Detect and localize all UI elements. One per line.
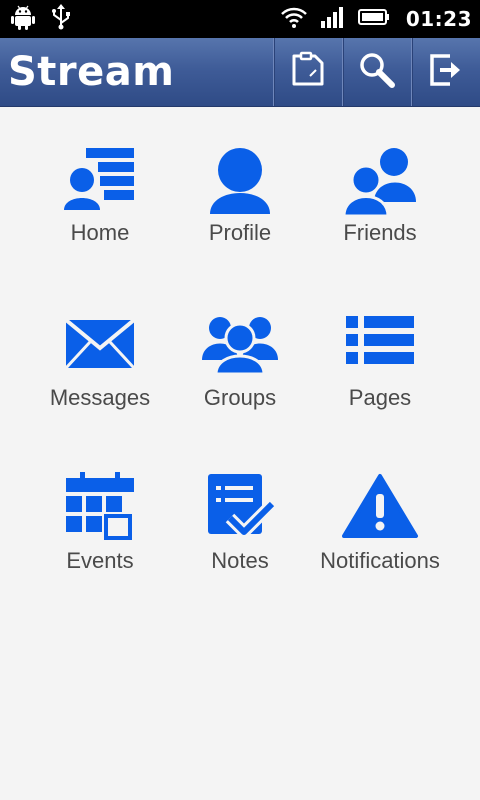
menu-item-friends[interactable]: Friends (300, 144, 460, 284)
menu-item-label: Friends (343, 220, 417, 245)
menu-item-label: Notifications (320, 548, 440, 573)
battery-icon (357, 7, 390, 31)
logout-icon (426, 50, 466, 94)
events-icon (60, 472, 140, 552)
menu-item-label: Events (66, 548, 134, 573)
pages-icon (340, 312, 420, 392)
menu-item-profile[interactable]: Profile (160, 144, 320, 284)
action-bar: Stream (0, 38, 480, 107)
signal-icon (320, 6, 346, 32)
menu-item-label: Groups (203, 385, 277, 410)
menu-item-label: Messages (49, 385, 151, 410)
search-button[interactable] (342, 38, 411, 106)
menu-item-label: Home (70, 220, 130, 245)
notifications-icon (340, 472, 420, 552)
home-feed-icon (60, 144, 140, 224)
status-bar: 01:23 (0, 0, 480, 38)
menu-item-label: Profile (208, 220, 272, 245)
search-icon (357, 50, 397, 94)
menu-item-notes[interactable]: Notes (160, 472, 320, 612)
friends-icon (340, 144, 420, 224)
menu-item-label: Notes (211, 548, 269, 573)
compose-icon (288, 50, 328, 94)
menu-item-label: Pages (348, 385, 412, 410)
menu-item-groups[interactable]: Groups (160, 312, 320, 452)
groups-icon (200, 312, 280, 392)
profile-icon (200, 144, 280, 224)
app-title: Stream (8, 49, 175, 95)
menu-item-messages[interactable]: Messages (20, 312, 180, 452)
menu-item-pages[interactable]: Pages (300, 312, 460, 452)
usb-icon (50, 4, 72, 34)
menu-item-events[interactable]: Events (20, 472, 180, 612)
wifi-icon (280, 5, 308, 33)
messages-icon (60, 312, 140, 392)
compose-button[interactable] (273, 38, 342, 106)
notes-icon (200, 472, 280, 552)
menu-item-home[interactable]: Home (20, 144, 180, 284)
android-icon (10, 4, 36, 34)
clock: 01:23 (405, 7, 472, 31)
menu-item-notifications[interactable]: Notifications (300, 472, 460, 612)
logout-button[interactable] (411, 38, 480, 106)
